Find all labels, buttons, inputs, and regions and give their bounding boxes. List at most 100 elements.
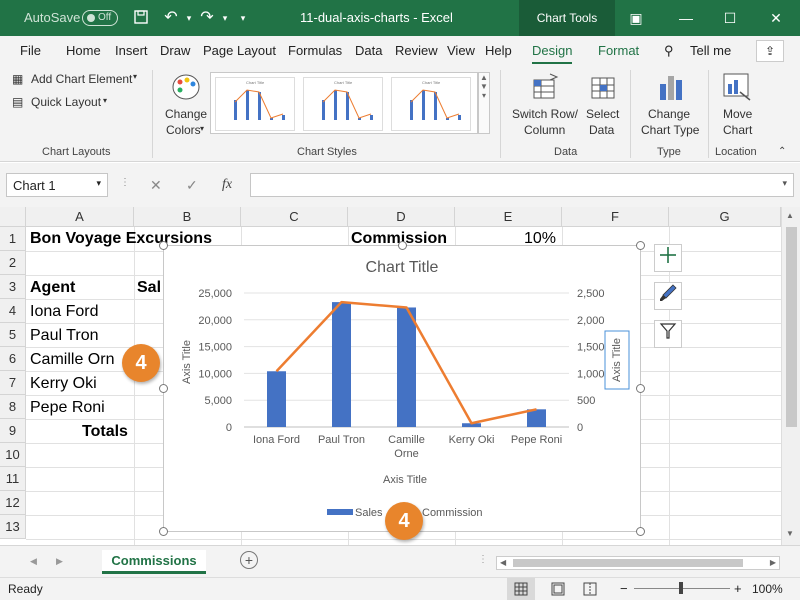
tab-review[interactable]: Review	[395, 43, 438, 58]
cell-a8[interactable]: Pepe Roni	[30, 399, 105, 417]
tab-scroll-left-icon[interactable]: ◀	[30, 556, 37, 567]
row-header[interactable]: 8	[0, 395, 26, 419]
change-chart-type-button[interactable]: Change	[648, 107, 690, 121]
cell-a9[interactable]: Totals	[82, 423, 128, 441]
tab-help[interactable]: Help	[485, 43, 512, 58]
close-icon[interactable]: ✕	[766, 8, 786, 28]
secondary-y-axis-title[interactable]: Axis Title	[611, 338, 623, 382]
tab-scroll-right-icon[interactable]: ▶	[56, 556, 63, 567]
scroll-left-icon[interactable]: ◀	[500, 558, 506, 567]
row-header[interactable]: 4	[0, 299, 26, 323]
row-header[interactable]: 12	[0, 491, 26, 515]
tab-formulas[interactable]: Formulas	[288, 43, 342, 58]
tell-me[interactable]: Tell me	[690, 43, 731, 58]
minimize-icon[interactable]: —	[676, 8, 696, 28]
redo-dropdown-icon[interactable]: ▾	[216, 9, 234, 27]
tab-data[interactable]: Data	[355, 43, 382, 58]
chart-style-3[interactable]: Chart Title	[391, 77, 471, 131]
column-header-b[interactable]: B	[134, 207, 241, 227]
move-chart-button[interactable]: Move	[723, 107, 752, 121]
undo-dropdown-icon[interactable]: ▾	[180, 9, 198, 27]
combo-chart[interactable]: 0 5,000 10,000 15,000 20,000 25,000 0 500 1,000 1…	[164, 246, 642, 533]
name-box[interactable]: Chart 1 ▾	[6, 173, 108, 197]
row-header[interactable]: 6	[0, 347, 26, 371]
sheet-tab-commissions[interactable]: Commissions	[102, 550, 206, 574]
switch-row-column-button[interactable]: Switch Row/	[512, 107, 578, 121]
x-axis-title[interactable]: Axis Title	[383, 474, 427, 486]
undo-icon[interactable]: ↶	[162, 9, 180, 27]
collapse-ribbon-icon[interactable]: ⌃	[778, 146, 786, 157]
cell-b3[interactable]: Sal	[137, 279, 161, 297]
add-sheet-icon[interactable]: +	[240, 551, 258, 569]
more-icon[interactable]: ⋮	[478, 554, 488, 565]
row-header[interactable]: 5	[0, 323, 26, 347]
customize-toolbar-icon[interactable]: ▾	[234, 9, 252, 27]
zoom-level[interactable]: 100%	[752, 582, 783, 596]
select-data-button[interactable]: Select	[586, 107, 619, 121]
page-layout-view-icon[interactable]	[550, 582, 566, 599]
row-header[interactable]: 2	[0, 251, 26, 275]
cell-a4[interactable]: Iona Ford	[30, 303, 98, 321]
bar-sales[interactable]	[397, 307, 416, 427]
row-header[interactable]: 10	[0, 443, 26, 467]
chart-styles-gallery[interactable]: Chart Title Chart Title Chart Title	[210, 72, 478, 134]
resize-handle[interactable]	[636, 527, 645, 536]
chart-styles-scroll[interactable]: ▲ ▼ ▾	[478, 72, 490, 134]
row-header[interactable]: 3	[0, 275, 26, 299]
cell-a6[interactable]: Camille Orn	[30, 351, 114, 369]
add-chart-element-button[interactable]: Add Chart Element	[31, 72, 132, 86]
bar-sales[interactable]	[267, 371, 286, 427]
formula-input[interactable]: ▾	[250, 173, 794, 197]
column-header-c[interactable]: C	[241, 207, 348, 227]
chart-style-2[interactable]: Chart Title	[303, 77, 383, 131]
insert-function-icon[interactable]: fx	[222, 177, 232, 193]
chart-filters-button[interactable]	[654, 320, 682, 348]
chart-area[interactable]: 0 5,000 10,000 15,000 20,000 25,000 0 500 1,000 1…	[159, 241, 645, 536]
chart-style-1[interactable]: Chart Title	[215, 77, 295, 131]
search-icon[interactable]: ⚲	[664, 43, 674, 59]
cell-a7[interactable]: Kerry Oki	[30, 375, 97, 393]
chart-title[interactable]: Chart Title	[366, 259, 439, 276]
zoom-out-icon[interactable]: −	[620, 581, 628, 596]
tab-insert[interactable]: Insert	[115, 43, 148, 58]
autosave-toggle[interactable]: Off	[82, 10, 118, 26]
maximize-icon[interactable]: ☐	[720, 8, 740, 28]
horizontal-scrollbar[interactable]: ◀ ▶	[496, 556, 780, 570]
normal-view-icon[interactable]	[507, 578, 535, 600]
row-header[interactable]: 9	[0, 419, 26, 443]
cancel-icon[interactable]: ✕	[150, 177, 162, 194]
ribbon-display-icon[interactable]: ▣	[626, 8, 646, 28]
column-header-a[interactable]: A	[26, 207, 134, 227]
scroll-down-icon[interactable]: ▼	[786, 529, 794, 538]
tab-format[interactable]: Format	[598, 43, 639, 58]
zoom-slider-thumb[interactable]	[679, 582, 683, 594]
column-header-g[interactable]: G	[669, 207, 781, 227]
bar-sales[interactable]	[332, 302, 351, 427]
resize-handle[interactable]	[636, 384, 645, 393]
column-header-d[interactable]: D	[348, 207, 455, 227]
redo-icon[interactable]: ↷	[198, 9, 216, 27]
page-break-view-icon[interactable]	[582, 582, 598, 599]
chart-elements-button[interactable]	[654, 244, 682, 272]
select-all-corner[interactable]	[0, 207, 26, 227]
quick-layout-button[interactable]: Quick Layout	[31, 95, 101, 109]
zoom-in-icon[interactable]: +	[734, 581, 742, 596]
legend-label-sales[interactable]: Sales	[355, 507, 383, 519]
scroll-thumb[interactable]	[786, 227, 797, 427]
change-colors-button[interactable]: Change	[165, 107, 207, 121]
tab-design[interactable]: Design	[532, 43, 573, 64]
tab-page-layout[interactable]: Page Layout	[203, 43, 276, 58]
scroll-thumb[interactable]	[513, 559, 743, 567]
row-header[interactable]: 1	[0, 227, 26, 251]
row-header[interactable]: 7	[0, 371, 26, 395]
scroll-up-icon[interactable]: ▲	[786, 211, 794, 220]
resize-handle[interactable]	[636, 241, 645, 250]
resize-handle[interactable]	[159, 527, 168, 536]
chart-styles-button[interactable]	[654, 282, 682, 310]
row-header[interactable]: 13	[0, 515, 26, 539]
save-icon[interactable]	[132, 9, 150, 27]
column-header-e[interactable]: E	[455, 207, 562, 227]
resize-handle[interactable]	[159, 384, 168, 393]
resize-handle[interactable]	[159, 241, 168, 250]
resize-handle[interactable]	[398, 241, 407, 250]
